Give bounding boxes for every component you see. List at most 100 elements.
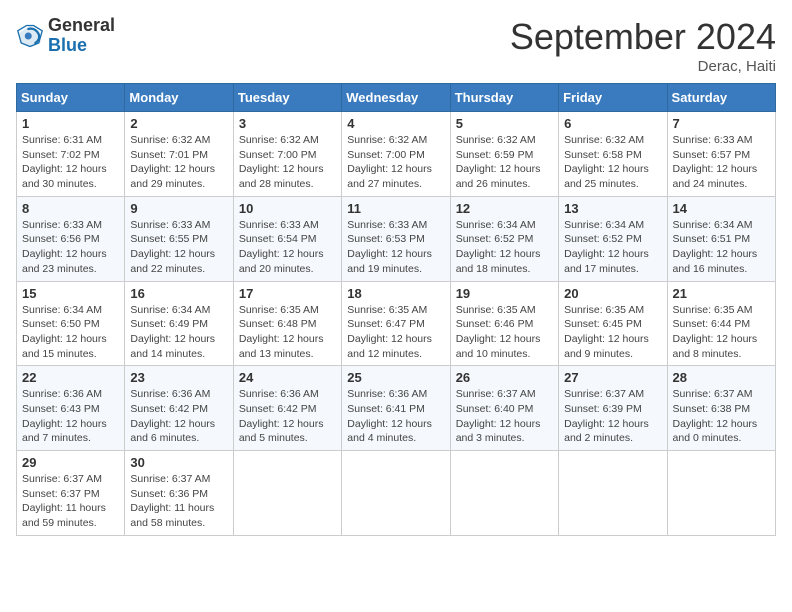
day-cell: 25 Sunrise: 6:36 AMSunset: 6:41 PMDaylig… <box>342 366 450 451</box>
day-number: 3 <box>239 116 336 131</box>
day-number: 8 <box>22 201 119 216</box>
week-row-1: 1 Sunrise: 6:31 AMSunset: 7:02 PMDayligh… <box>17 112 776 197</box>
logo: General Blue <box>16 16 115 56</box>
day-info: Sunrise: 6:35 AMSunset: 6:46 PMDaylight:… <box>456 304 541 360</box>
weekday-header-sunday: Sunday <box>17 84 125 112</box>
calendar-table: SundayMondayTuesdayWednesdayThursdayFrid… <box>16 83 776 536</box>
day-info: Sunrise: 6:35 AMSunset: 6:45 PMDaylight:… <box>564 304 649 360</box>
day-number: 5 <box>456 116 553 131</box>
day-cell: 26 Sunrise: 6:37 AMSunset: 6:40 PMDaylig… <box>450 366 558 451</box>
day-cell <box>559 451 667 536</box>
day-number: 27 <box>564 370 661 385</box>
day-number: 29 <box>22 455 119 470</box>
day-cell: 19 Sunrise: 6:35 AMSunset: 6:46 PMDaylig… <box>450 281 558 366</box>
day-cell <box>233 451 341 536</box>
week-row-5: 29 Sunrise: 6:37 AMSunset: 6:37 PMDaylig… <box>17 451 776 536</box>
weekday-header-thursday: Thursday <box>450 84 558 112</box>
day-number: 21 <box>673 286 770 301</box>
day-cell: 20 Sunrise: 6:35 AMSunset: 6:45 PMDaylig… <box>559 281 667 366</box>
day-cell: 22 Sunrise: 6:36 AMSunset: 6:43 PMDaylig… <box>17 366 125 451</box>
day-number: 14 <box>673 201 770 216</box>
day-cell: 21 Sunrise: 6:35 AMSunset: 6:44 PMDaylig… <box>667 281 775 366</box>
day-number: 1 <box>22 116 119 131</box>
day-info: Sunrise: 6:32 AMSunset: 6:58 PMDaylight:… <box>564 134 649 190</box>
day-info: Sunrise: 6:35 AMSunset: 6:48 PMDaylight:… <box>239 304 324 360</box>
day-cell: 10 Sunrise: 6:33 AMSunset: 6:54 PMDaylig… <box>233 196 341 281</box>
day-cell: 3 Sunrise: 6:32 AMSunset: 7:00 PMDayligh… <box>233 112 341 197</box>
day-info: Sunrise: 6:33 AMSunset: 6:57 PMDaylight:… <box>673 134 758 190</box>
day-cell: 17 Sunrise: 6:35 AMSunset: 6:48 PMDaylig… <box>233 281 341 366</box>
day-number: 9 <box>130 201 227 216</box>
day-info: Sunrise: 6:34 AMSunset: 6:50 PMDaylight:… <box>22 304 107 360</box>
day-cell: 2 Sunrise: 6:32 AMSunset: 7:01 PMDayligh… <box>125 112 233 197</box>
day-cell: 1 Sunrise: 6:31 AMSunset: 7:02 PMDayligh… <box>17 112 125 197</box>
logo-text-general: General <box>48 16 115 36</box>
day-info: Sunrise: 6:32 AMSunset: 7:00 PMDaylight:… <box>347 134 432 190</box>
weekday-header-saturday: Saturday <box>667 84 775 112</box>
week-row-3: 15 Sunrise: 6:34 AMSunset: 6:50 PMDaylig… <box>17 281 776 366</box>
day-info: Sunrise: 6:32 AMSunset: 7:00 PMDaylight:… <box>239 134 324 190</box>
day-cell <box>342 451 450 536</box>
day-info: Sunrise: 6:36 AMSunset: 6:42 PMDaylight:… <box>130 388 215 444</box>
day-info: Sunrise: 6:35 AMSunset: 6:47 PMDaylight:… <box>347 304 432 360</box>
day-cell: 27 Sunrise: 6:37 AMSunset: 6:39 PMDaylig… <box>559 366 667 451</box>
weekday-header-friday: Friday <box>559 84 667 112</box>
day-info: Sunrise: 6:35 AMSunset: 6:44 PMDaylight:… <box>673 304 758 360</box>
weekday-header-wednesday: Wednesday <box>342 84 450 112</box>
day-number: 23 <box>130 370 227 385</box>
day-info: Sunrise: 6:32 AMSunset: 7:01 PMDaylight:… <box>130 134 215 190</box>
day-cell: 14 Sunrise: 6:34 AMSunset: 6:51 PMDaylig… <box>667 196 775 281</box>
day-info: Sunrise: 6:36 AMSunset: 6:41 PMDaylight:… <box>347 388 432 444</box>
day-info: Sunrise: 6:34 AMSunset: 6:49 PMDaylight:… <box>130 304 215 360</box>
day-info: Sunrise: 6:33 AMSunset: 6:56 PMDaylight:… <box>22 219 107 275</box>
day-info: Sunrise: 6:33 AMSunset: 6:55 PMDaylight:… <box>130 219 215 275</box>
day-number: 25 <box>347 370 444 385</box>
month-title: September 2024 <box>510 16 776 58</box>
week-row-4: 22 Sunrise: 6:36 AMSunset: 6:43 PMDaylig… <box>17 366 776 451</box>
day-cell: 30 Sunrise: 6:37 AMSunset: 6:36 PMDaylig… <box>125 451 233 536</box>
day-number: 16 <box>130 286 227 301</box>
day-cell: 16 Sunrise: 6:34 AMSunset: 6:49 PMDaylig… <box>125 281 233 366</box>
day-number: 18 <box>347 286 444 301</box>
day-info: Sunrise: 6:36 AMSunset: 6:42 PMDaylight:… <box>239 388 324 444</box>
day-info: Sunrise: 6:33 AMSunset: 6:53 PMDaylight:… <box>347 219 432 275</box>
title-area: September 2024 Derac, Haiti <box>510 16 776 75</box>
day-cell: 28 Sunrise: 6:37 AMSunset: 6:38 PMDaylig… <box>667 366 775 451</box>
day-cell <box>667 451 775 536</box>
weekday-header-monday: Monday <box>125 84 233 112</box>
day-cell: 18 Sunrise: 6:35 AMSunset: 6:47 PMDaylig… <box>342 281 450 366</box>
day-info: Sunrise: 6:37 AMSunset: 6:37 PMDaylight:… <box>22 473 106 529</box>
day-cell: 24 Sunrise: 6:36 AMSunset: 6:42 PMDaylig… <box>233 366 341 451</box>
day-info: Sunrise: 6:31 AMSunset: 7:02 PMDaylight:… <box>22 134 107 190</box>
day-number: 12 <box>456 201 553 216</box>
day-info: Sunrise: 6:37 AMSunset: 6:40 PMDaylight:… <box>456 388 541 444</box>
day-number: 19 <box>456 286 553 301</box>
day-info: Sunrise: 6:34 AMSunset: 6:52 PMDaylight:… <box>564 219 649 275</box>
logo-text-blue: Blue <box>48 36 115 56</box>
day-info: Sunrise: 6:33 AMSunset: 6:54 PMDaylight:… <box>239 219 324 275</box>
day-number: 30 <box>130 455 227 470</box>
day-cell: 11 Sunrise: 6:33 AMSunset: 6:53 PMDaylig… <box>342 196 450 281</box>
day-number: 6 <box>564 116 661 131</box>
day-number: 2 <box>130 116 227 131</box>
day-info: Sunrise: 6:32 AMSunset: 6:59 PMDaylight:… <box>456 134 541 190</box>
day-cell: 6 Sunrise: 6:32 AMSunset: 6:58 PMDayligh… <box>559 112 667 197</box>
day-cell: 7 Sunrise: 6:33 AMSunset: 6:57 PMDayligh… <box>667 112 775 197</box>
day-number: 13 <box>564 201 661 216</box>
logo-icon <box>16 22 44 50</box>
day-number: 26 <box>456 370 553 385</box>
day-number: 28 <box>673 370 770 385</box>
day-cell: 13 Sunrise: 6:34 AMSunset: 6:52 PMDaylig… <box>559 196 667 281</box>
day-number: 24 <box>239 370 336 385</box>
day-cell: 4 Sunrise: 6:32 AMSunset: 7:00 PMDayligh… <box>342 112 450 197</box>
week-row-2: 8 Sunrise: 6:33 AMSunset: 6:56 PMDayligh… <box>17 196 776 281</box>
day-number: 7 <box>673 116 770 131</box>
day-cell: 29 Sunrise: 6:37 AMSunset: 6:37 PMDaylig… <box>17 451 125 536</box>
day-number: 4 <box>347 116 444 131</box>
day-cell: 9 Sunrise: 6:33 AMSunset: 6:55 PMDayligh… <box>125 196 233 281</box>
day-info: Sunrise: 6:37 AMSunset: 6:38 PMDaylight:… <box>673 388 758 444</box>
day-cell: 15 Sunrise: 6:34 AMSunset: 6:50 PMDaylig… <box>17 281 125 366</box>
day-number: 17 <box>239 286 336 301</box>
weekday-header-tuesday: Tuesday <box>233 84 341 112</box>
page-header: General Blue September 2024 Derac, Haiti <box>16 16 776 75</box>
